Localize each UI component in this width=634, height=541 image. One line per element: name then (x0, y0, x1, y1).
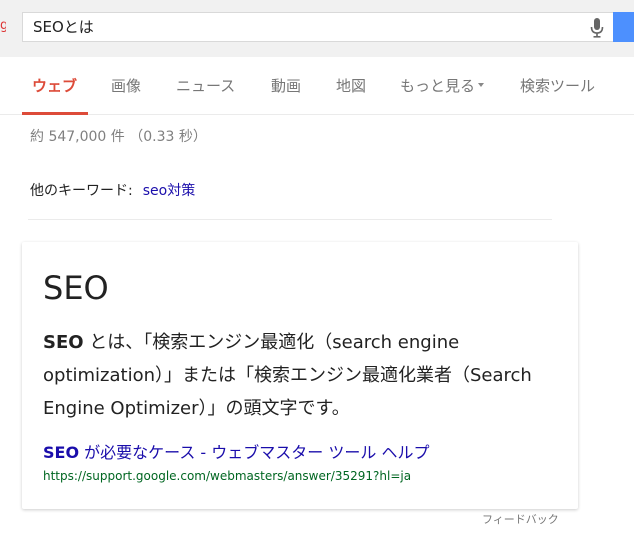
card-result-link[interactable]: SEO が必要なケース - ウェブマスター ツール ヘルプ (43, 441, 429, 465)
tab-more[interactable]: もっと見る (400, 57, 485, 115)
tab-videos[interactable]: 動画 (271, 57, 301, 115)
card-desc-term: SEO (43, 332, 84, 353)
logo-fragment: g (0, 18, 6, 33)
search-box[interactable] (22, 12, 622, 42)
card-title: SEO (43, 269, 109, 307)
card-result-url: https://support.google.com/webmasters/an… (43, 469, 412, 483)
active-tab-indicator (22, 112, 88, 115)
search-tabs: ウェブ 画像 ニュース 動画 地図 もっと見る 検索ツール (0, 57, 634, 115)
card-desc-text: とは、「検索エンジン最適化（search engine optimization… (43, 332, 532, 419)
feedback-link[interactable]: フィードバック (482, 512, 559, 528)
caret-down-icon (478, 82, 485, 87)
tab-news[interactable]: ニュース (176, 57, 235, 115)
card-link-term: SEO (43, 443, 80, 462)
related-keyword-link[interactable]: seo対策 (143, 183, 195, 199)
search-button[interactable] (613, 12, 634, 42)
microphone-icon[interactable] (590, 18, 604, 38)
card-link-text: が必要なケース - ウェブマスター ツール ヘルプ (79, 443, 430, 462)
card-description: SEO とは、「検索エンジン最適化（search engine optimiza… (43, 326, 543, 425)
tab-more-label: もっと見る (400, 77, 476, 95)
divider (28, 219, 552, 220)
tab-search-tools[interactable]: 検索ツール (520, 57, 595, 115)
tab-maps[interactable]: 地図 (336, 57, 366, 115)
related-label: 他のキーワード: (30, 183, 133, 199)
result-stats: 約 547,000 件 （0.33 秒） (30, 129, 207, 145)
related-keywords: 他のキーワード: seo対策 (30, 180, 195, 202)
search-input[interactable] (33, 13, 583, 41)
tab-web[interactable]: ウェブ (32, 57, 77, 115)
top-bar: g (0, 0, 634, 57)
featured-snippet-card: SEO SEO とは、「検索エンジン最適化（search engine opti… (22, 242, 578, 509)
tab-images[interactable]: 画像 (111, 57, 141, 115)
